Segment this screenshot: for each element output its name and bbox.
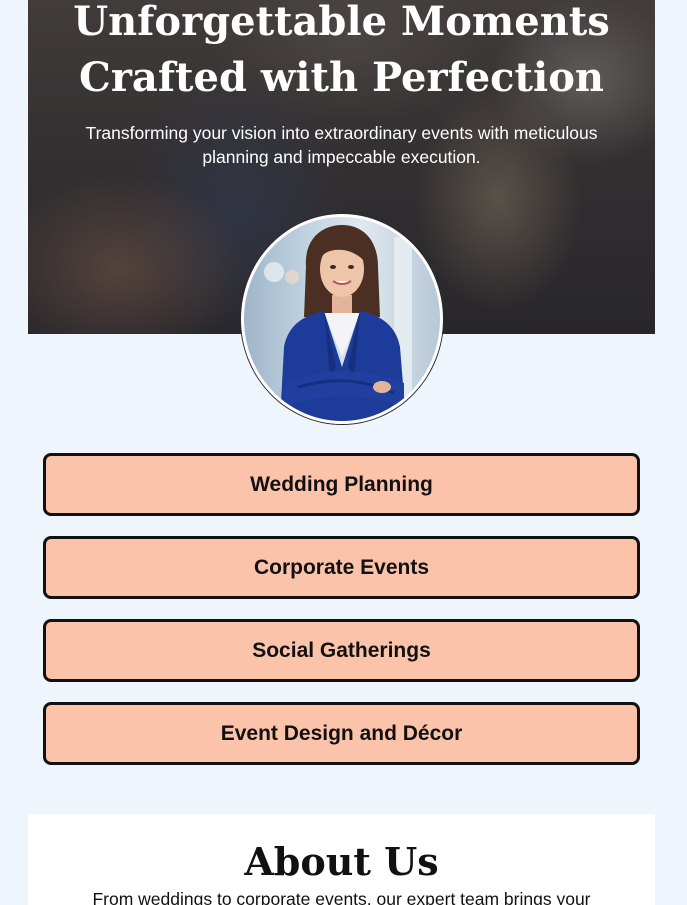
services-list: Wedding Planning Corporate Events Social… [43,453,640,785]
about-title: About Us [244,839,439,884]
hero-title-line-1: Unforgettable Moments [73,0,610,45]
event-design-decor-button[interactable]: Event Design and Décor [43,702,640,765]
about-text: From weddings to corporate events, our e… [92,889,591,905]
hero-title-line-2: Crafted with Perfection [79,54,604,101]
hero-subtitle-line-1: Transforming your vision into extraordin… [85,123,598,143]
corporate-events-button[interactable]: Corporate Events [43,536,640,599]
hero-subtitle: Transforming your vision into extraordin… [68,121,615,169]
profile-avatar [241,214,443,424]
hero-title: Unforgettable Moments Crafted with Perfe… [28,0,655,106]
social-gatherings-button[interactable]: Social Gatherings [43,619,640,682]
about-section: About Us From weddings to corporate even… [28,814,655,905]
hero-subtitle-line-2: planning and impeccable execution. [202,147,481,167]
portrait-photo-icon [264,225,412,421]
wedding-planning-button[interactable]: Wedding Planning [43,453,640,516]
